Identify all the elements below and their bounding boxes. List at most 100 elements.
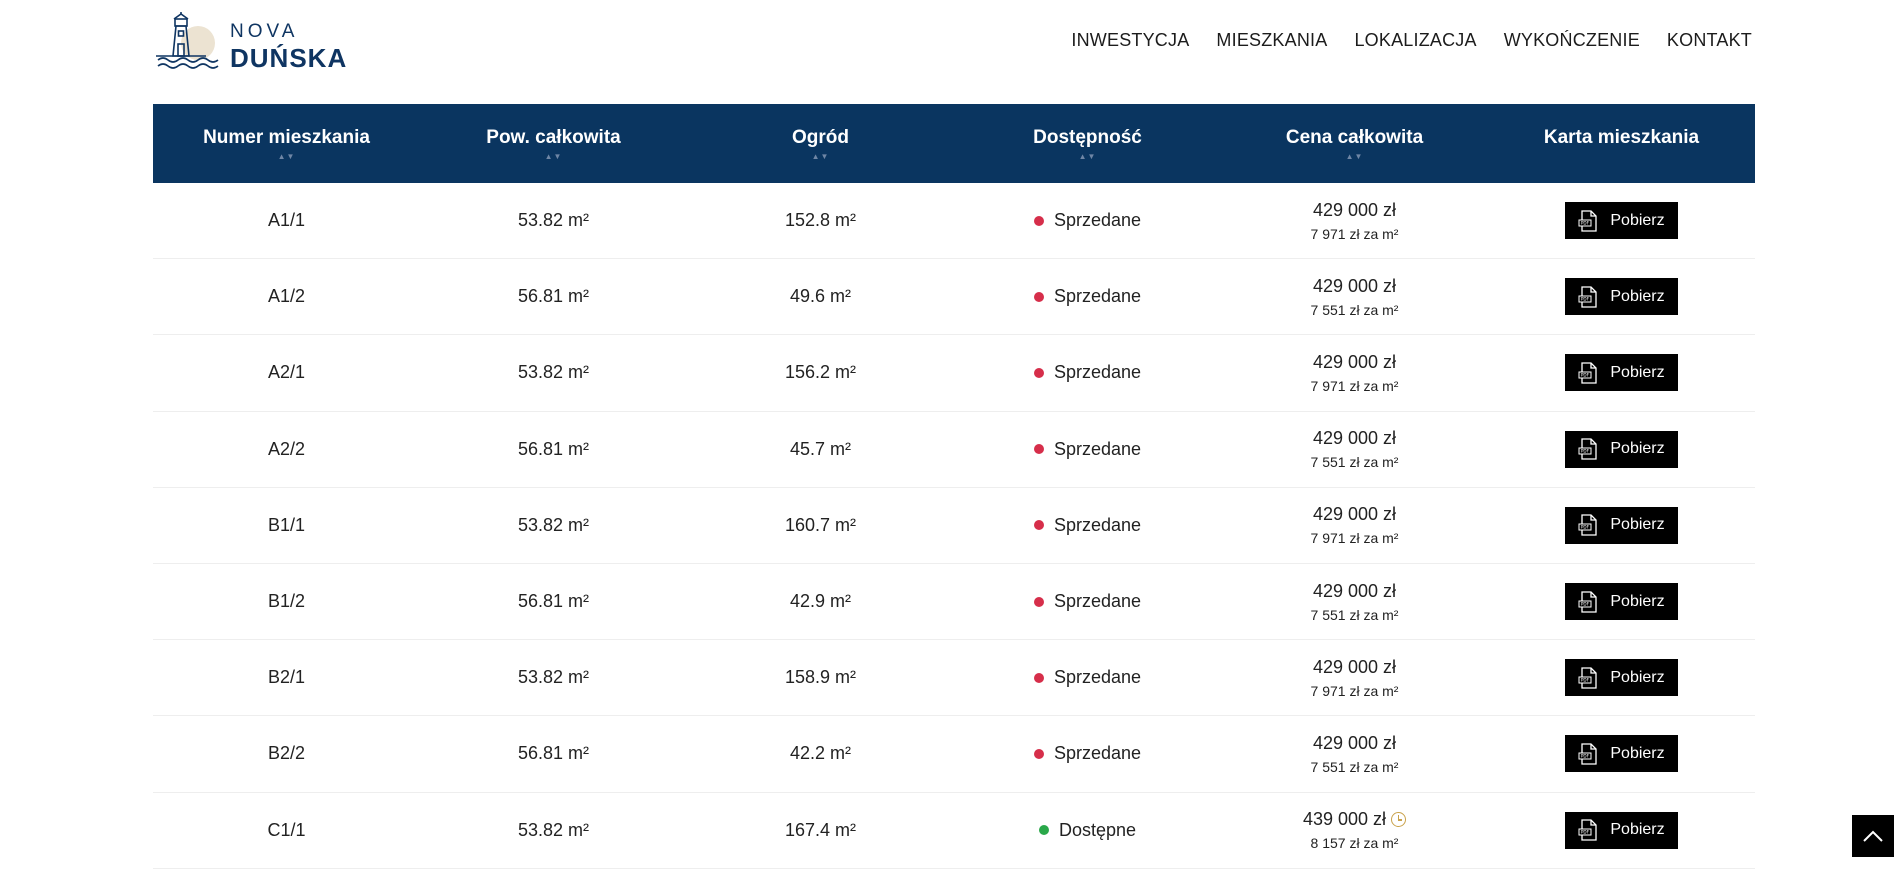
cell-availability: Sprzedane — [954, 362, 1221, 383]
cell-area: 56.81 m² — [517, 438, 590, 459]
download-button-label: Pobierz — [1610, 592, 1665, 610]
price-total-wrap: 429 000 zł — [1313, 657, 1396, 678]
header-number[interactable]: Numer mieszkania ▲▼ — [153, 125, 420, 162]
nav-item-mieszkania[interactable]: MIESZKANIA — [1216, 30, 1327, 51]
header-price[interactable]: Cena całkowita ▲▼ — [1221, 125, 1488, 162]
table-row: A2/1 53.82 m² 156.2 m² Sprzedane 429 000 zł 7… — [153, 335, 1755, 412]
site-header: NOVA DUŃSKA INWESTYCJA MIESZKANIA LOKALI… — [0, 0, 1904, 104]
pdf-file-icon: PDF — [1578, 362, 1598, 384]
nav-item-wykonczenie[interactable]: WYKOŃCZENIE — [1504, 30, 1640, 51]
price-total-wrap: 429 000 zł — [1313, 352, 1396, 373]
status-label: Sprzedane — [1053, 667, 1142, 688]
cell-number: A1/2 — [267, 286, 306, 307]
cell-area: 53.82 m² — [517, 362, 590, 383]
svg-text:PDF: PDF — [1581, 220, 1590, 225]
header-label: Pow. całkowita — [486, 127, 621, 148]
cell-number: B1/2 — [267, 591, 306, 612]
main-nav: INWESTYCJA MIESZKANIA LOKALIZACJA WYKOŃC… — [1071, 30, 1752, 51]
cell-number: A2/1 — [267, 362, 306, 383]
download-card-button[interactable]: PDF Pobierz — [1565, 278, 1678, 316]
download-button-label: Pobierz — [1610, 440, 1665, 458]
price-per-m2: 8 157 zł za m² — [1310, 835, 1399, 852]
table-row: C1/1 53.82 m² 167.4 m² Dostępne 439 000 zł 8 … — [153, 793, 1755, 869]
cell-number: A1/1 — [267, 210, 306, 231]
header-label: Numer mieszkania — [203, 127, 370, 148]
cell-card: PDF Pobierz — [1488, 430, 1755, 468]
nav-item-lokalizacja[interactable]: LOKALIZACJA — [1354, 30, 1476, 51]
header-label: Dostępność — [1033, 127, 1142, 148]
status-label: Sprzedane — [1053, 743, 1142, 764]
download-card-button[interactable]: PDF Pobierz — [1565, 735, 1678, 773]
brand-line1: NOVA — [230, 20, 299, 42]
price-per-m2: 7 551 zł za m² — [1310, 301, 1399, 318]
cell-price: 429 000 zł 7 551 zł za m² — [1221, 581, 1488, 623]
status-label: Sprzedane — [1053, 514, 1142, 535]
cell-garden: 167.4 m² — [784, 819, 857, 840]
cell-price: 429 000 zł 7 551 zł za m² — [1221, 733, 1488, 775]
header-area[interactable]: Pow. całkowita ▲▼ — [420, 125, 687, 162]
cell-card: PDF Pobierz — [1488, 354, 1755, 392]
cell-availability: Sprzedane — [954, 591, 1221, 612]
cell-area: 56.81 m² — [517, 743, 590, 764]
nav-item-kontakt[interactable]: KONTAKT — [1667, 30, 1752, 51]
status-label: Sprzedane — [1053, 591, 1142, 612]
header-garden[interactable]: Ogród ▲▼ — [687, 125, 954, 162]
status-label: Sprzedane — [1053, 286, 1142, 307]
nav-item-inwestycja[interactable]: INWESTYCJA — [1071, 30, 1189, 51]
download-card-button[interactable]: PDF Pobierz — [1565, 430, 1678, 468]
cell-garden: 45.7 m² — [789, 438, 852, 459]
pdf-file-icon: PDF — [1578, 209, 1598, 232]
download-card-button[interactable]: PDF Pobierz — [1565, 506, 1678, 544]
svg-text:PDF: PDF — [1581, 296, 1590, 301]
cell-card: PDF Pobierz — [1488, 506, 1755, 544]
status-label: Sprzedane — [1053, 210, 1142, 231]
table-row: A2/2 56.81 m² 45.7 m² Sprzedane 429 000 zł 7 … — [153, 412, 1755, 488]
pdf-file-icon: PDF — [1578, 286, 1598, 308]
scroll-to-top-button[interactable] — [1852, 815, 1894, 857]
cell-garden: 156.2 m² — [784, 362, 857, 383]
svg-text:PDF: PDF — [1581, 754, 1590, 759]
cell-card: PDF Pobierz — [1488, 735, 1755, 773]
sort-arrows-icon[interactable]: ▲▼ — [954, 152, 1221, 162]
download-button-label: Pobierz — [1610, 744, 1665, 762]
cell-availability: Sprzedane — [954, 667, 1221, 688]
price-total-wrap: 429 000 zł — [1313, 276, 1396, 297]
cell-number: C1/1 — [267, 819, 306, 840]
status-dot-icon — [1033, 672, 1044, 683]
download-card-button[interactable]: PDF Pobierz — [1565, 583, 1678, 621]
cell-price: 429 000 zł 7 971 zł za m² — [1221, 504, 1488, 546]
sort-arrows-icon[interactable]: ▲▼ — [687, 152, 954, 162]
lighthouse-icon — [156, 12, 219, 69]
cell-garden: 158.9 m² — [784, 667, 857, 688]
svg-text:PDF: PDF — [1581, 677, 1590, 682]
logo[interactable]: NOVA DUŃSKA — [152, 10, 362, 82]
price-total-wrap: 429 000 zł — [1313, 733, 1396, 754]
price-per-m2: 7 551 zł za m² — [1310, 758, 1399, 775]
svg-text:PDF: PDF — [1581, 601, 1590, 606]
svg-text:PDF: PDF — [1581, 525, 1590, 530]
clock-icon[interactable] — [1391, 812, 1407, 828]
sort-arrows-icon[interactable]: ▲▼ — [420, 152, 687, 162]
download-button-label: Pobierz — [1610, 668, 1665, 686]
price-per-m2: 7 551 zł za m² — [1310, 606, 1399, 623]
pdf-file-icon: PDF — [1578, 743, 1598, 765]
sort-arrows-icon[interactable]: ▲▼ — [1221, 152, 1488, 162]
svg-text:PDF: PDF — [1581, 373, 1590, 378]
header-availability[interactable]: Dostępność ▲▼ — [954, 125, 1221, 162]
download-card-button[interactable]: PDF Pobierz — [1565, 354, 1678, 392]
price-total-wrap: 429 000 zł — [1313, 200, 1396, 221]
price-total-wrap: 439 000 zł — [1302, 809, 1407, 830]
cell-number: A2/2 — [267, 438, 306, 459]
download-card-button[interactable]: PDF Pobierz — [1565, 659, 1678, 697]
price-total: 439 000 zł — [1302, 809, 1387, 830]
download-card-button[interactable]: PDF Pobierz — [1565, 811, 1678, 849]
status-dot-icon — [1033, 367, 1044, 378]
download-button-label: Pobierz — [1610, 363, 1665, 381]
cell-area: 53.82 m² — [517, 210, 590, 231]
download-card-button[interactable]: PDF Pobierz — [1565, 202, 1678, 240]
apartments-table: Numer mieszkania ▲▼ Pow. całkowita ▲▼ Ogród ▲… — [153, 104, 1755, 869]
cell-availability: Dostępne — [954, 820, 1221, 841]
sort-arrows-icon[interactable]: ▲▼ — [153, 152, 420, 162]
cell-area: 56.81 m² — [517, 286, 590, 307]
price-total-wrap: 429 000 zł — [1313, 581, 1396, 602]
